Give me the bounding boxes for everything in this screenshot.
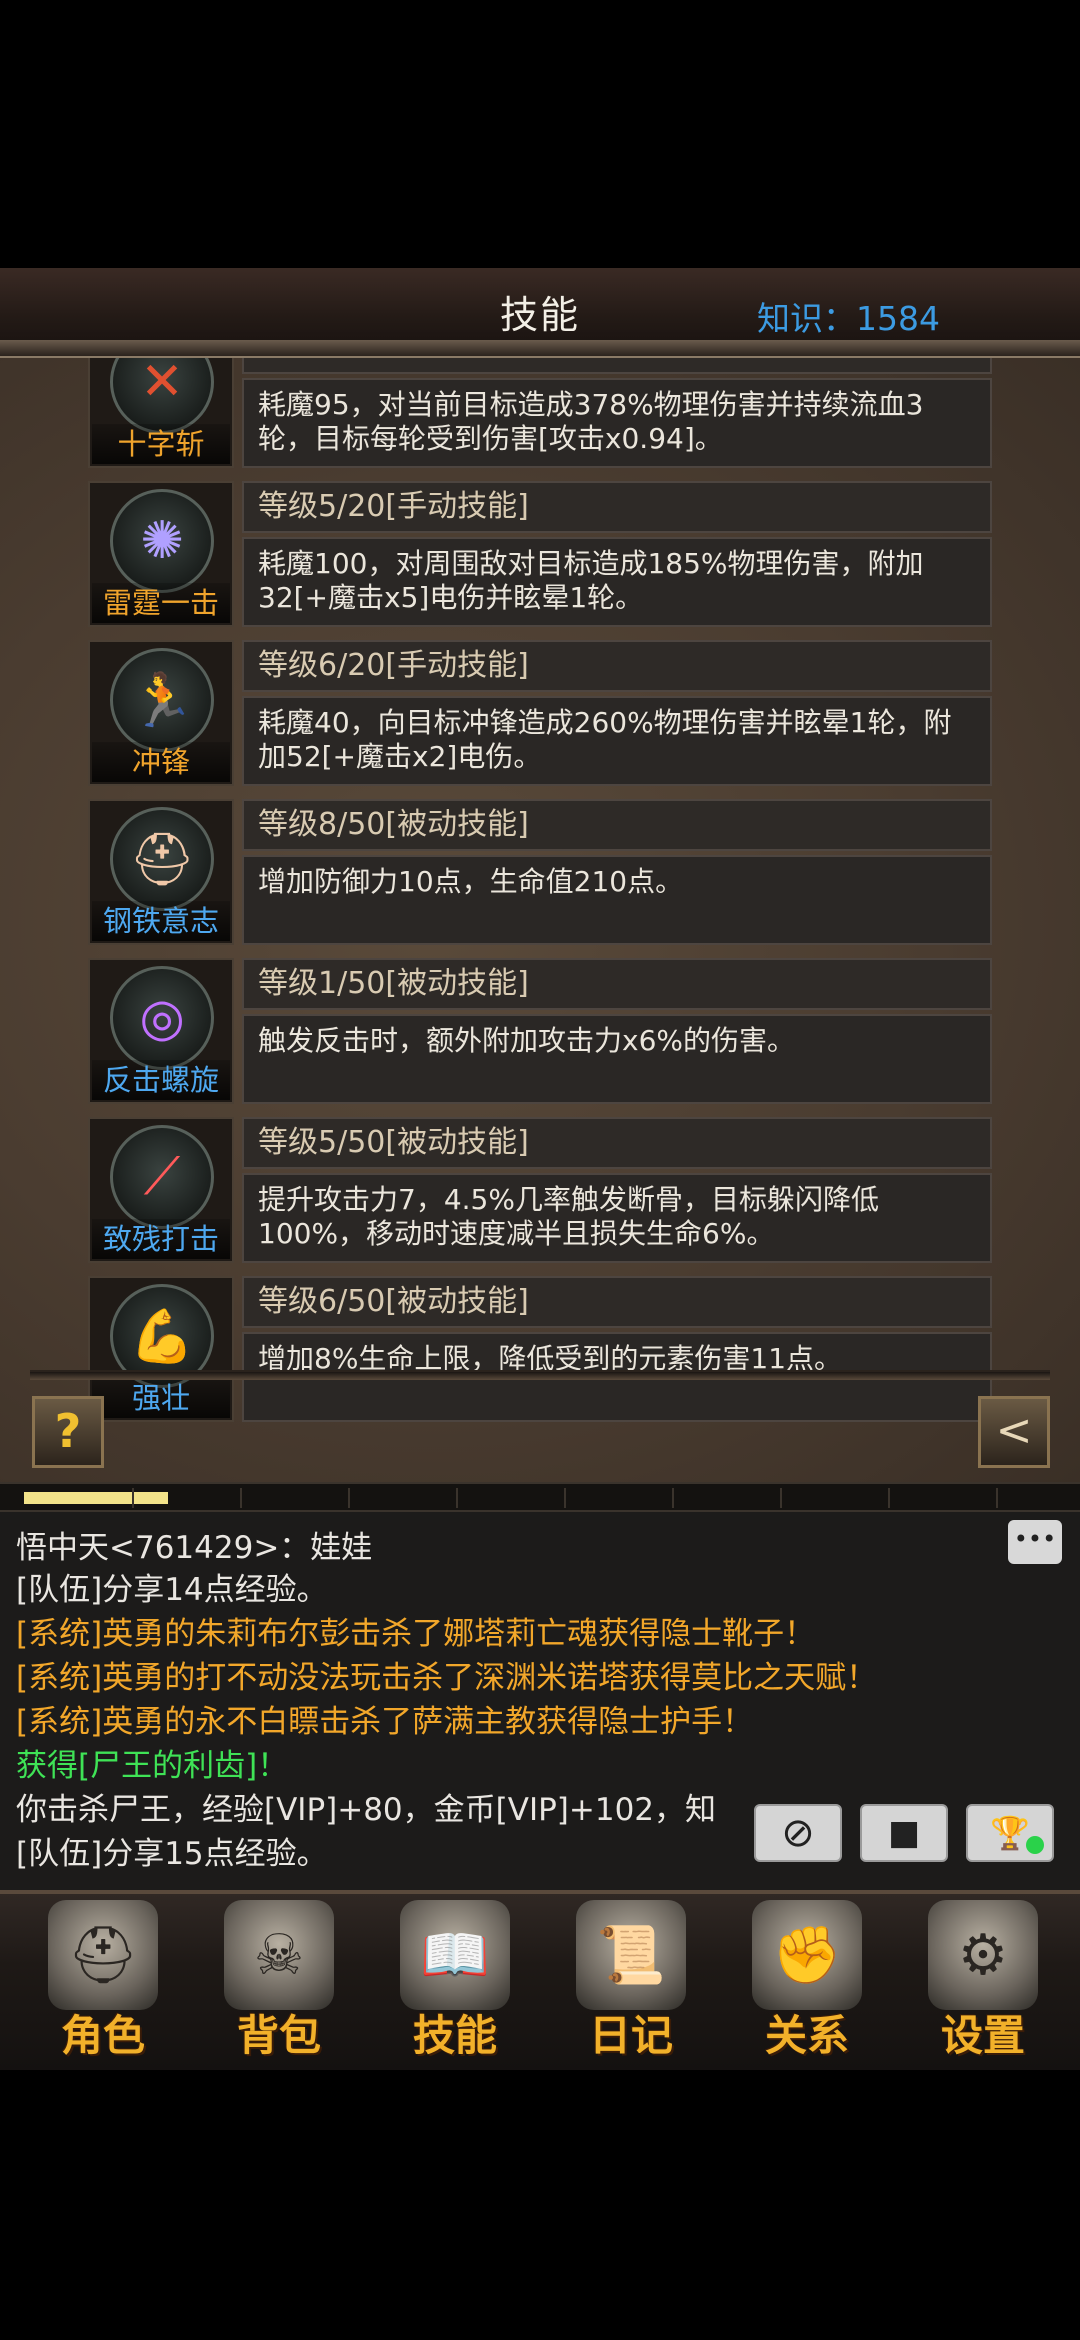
- experience-segment: [564, 1488, 566, 1508]
- skill-name: 致残打击: [92, 1219, 230, 1259]
- nav-item[interactable]: 📜 日记: [556, 1900, 706, 2070]
- trophy-icon: 🏆: [990, 1814, 1030, 1852]
- experience-segment: [672, 1488, 674, 1508]
- skill-level: 等级5/50[被动技能]: [242, 1117, 992, 1169]
- online-status-dot: [1026, 1836, 1044, 1854]
- skill-name: 强壮: [92, 1378, 230, 1418]
- stop-button[interactable]: ■: [860, 1804, 948, 1862]
- header-rail: [0, 340, 1080, 358]
- skill-icon-box[interactable]: ◎ 反击螺旋: [88, 958, 234, 1104]
- thunder-strike-icon: ✺: [110, 489, 214, 593]
- skill-level: 等级5/20[手动技能]: [242, 481, 992, 533]
- knowledge-counter: 知识：1584: [757, 292, 940, 340]
- nav-label: 设置: [940, 2011, 1025, 2060]
- skill-description: 耗魔95，对当前目标造成378%物理伤害并持续流血3轮，目标每轮受到伤害[攻击x…: [242, 378, 992, 468]
- experience-fill: [24, 1492, 168, 1504]
- nav-label: 关系: [764, 2011, 849, 2060]
- nav-label: 角色: [60, 2011, 145, 2060]
- square-icon: ■: [887, 1813, 921, 1853]
- backpack-icon: ☠: [224, 1900, 334, 2010]
- skill-book-icon: 📖: [400, 1900, 510, 2010]
- chat-line: 获得[尸王的利齿]！: [16, 1748, 289, 1784]
- panel-divider: [30, 1370, 1050, 1380]
- back-button[interactable]: <: [978, 1396, 1050, 1468]
- experience-segment: [132, 1488, 134, 1508]
- charge-icon: 🏃: [110, 648, 214, 752]
- skill-description: 耗魔40，向目标冲锋造成260%物理伤害并眩晕1轮，附加52[+魔击x2]电伤。: [242, 696, 992, 786]
- knight-helmet-icon: ⛑: [48, 1900, 158, 2010]
- bottom-nav: ⛑ 角色 ☠ 背包 📖 技能 📜 日记 ✊ 关系 ⚙ 设置: [0, 1890, 1080, 2070]
- skill-name: 钢铁意志: [92, 901, 230, 941]
- skill-level: 等级8/50[被动技能]: [242, 799, 992, 851]
- nav-label: 技能: [412, 2011, 497, 2060]
- skill-list[interactable]: ✕ 十字斩 耗魔95，对当前目标造成378%物理伤害并持续流血3轮，目标每轮受到…: [88, 358, 992, 1429]
- skill-level: 等级6/50[被动技能]: [242, 1276, 992, 1328]
- skill-row[interactable]: ✕ 十字斩 耗魔95，对当前目标造成378%物理伤害并持续流血3轮，目标每轮受到…: [88, 358, 992, 475]
- skill-row[interactable]: ◎ 反击螺旋 等级1/50[被动技能] 触发反击时，额外附加攻击力x6%的伤害。: [88, 952, 992, 1111]
- skill-icon-box[interactable]: ⟋ 致残打击: [88, 1117, 234, 1263]
- experience-segment: [780, 1488, 782, 1508]
- chat-line: [队伍]分享14点经验。: [16, 1572, 328, 1608]
- skill-icon-box[interactable]: 🏃 冲锋: [88, 640, 234, 786]
- knowledge-label: 知识：: [757, 299, 857, 338]
- compass-button[interactable]: ⊘: [754, 1804, 842, 1862]
- skill-panel[interactable]: ✕ 十字斩 耗魔95，对当前目标造成378%物理伤害并持续流血3轮，目标每轮受到…: [0, 358, 1080, 1482]
- experience-segment: [240, 1488, 242, 1508]
- skill-icon-box[interactable]: ✺ 雷霆一击: [88, 481, 234, 627]
- scroll-icon: 📜: [576, 1900, 686, 2010]
- experience-bar: [0, 1482, 1080, 1512]
- skill-description: 增加防御力10点，生命值210点。: [242, 855, 992, 945]
- nav-label: 背包: [236, 2011, 321, 2060]
- chat-line: [系统]英勇的打不动没法玩击杀了深渊米诺塔获得莫比之天赋！: [16, 1660, 878, 1696]
- skill-name: 雷霆一击: [92, 583, 230, 623]
- gauntlet-icon: ✊: [752, 1900, 862, 2010]
- skill-row[interactable]: ✺ 雷霆一击 等级5/20[手动技能] 耗魔100，对周围敌对目标造成185%物…: [88, 475, 992, 634]
- skill-icon-box[interactable]: ⛑ 钢铁意志: [88, 799, 234, 945]
- spiral-icon: ◎: [110, 966, 214, 1070]
- skill-name: 十字斩: [92, 424, 230, 464]
- skill-name: 反击螺旋: [92, 1060, 230, 1100]
- skill-description: 耗魔100，对周围敌对目标造成185%物理伤害，附加32[+魔击x5]电伤并眩晕…: [242, 537, 992, 627]
- gear-icon: ⚙: [928, 1900, 1038, 2010]
- skill-level: 等级1/50[被动技能]: [242, 958, 992, 1010]
- skill-icon-box[interactable]: ✕ 十字斩: [88, 358, 234, 468]
- skill-row[interactable]: 💪 强壮 等级6/50[被动技能] 增加8%生命上限，降低受到的元素伤害11点。: [88, 1270, 992, 1429]
- nav-item[interactable]: ⚙ 设置: [908, 1900, 1058, 2070]
- nav-label: 日记: [588, 2011, 673, 2060]
- experience-segment: [996, 1488, 998, 1508]
- skill-row[interactable]: 🏃 冲锋 等级6/20[手动技能] 耗魔40，向目标冲锋造成260%物理伤害并眩…: [88, 634, 992, 793]
- nav-item[interactable]: ✊ 关系: [732, 1900, 882, 2070]
- skill-level: [242, 358, 992, 374]
- knowledge-value: 1584: [856, 299, 940, 338]
- experience-segment: [888, 1488, 890, 1508]
- chat-line: [系统]英勇的朱莉布尔彭击杀了娜塔莉亡魂获得隐士靴子！: [16, 1616, 816, 1652]
- experience-segment: [348, 1488, 350, 1508]
- help-button[interactable]: ?: [32, 1396, 104, 1468]
- nav-item[interactable]: ☠ 背包: [204, 1900, 354, 2070]
- helmet-icon: ⛑: [110, 807, 214, 911]
- crippling-strike-icon: ⟋: [110, 1125, 214, 1229]
- nav-item[interactable]: ⛑ 角色: [28, 1900, 178, 2070]
- skill-description: 触发反击时，额外附加攻击力x6%的伤害。: [242, 1014, 992, 1104]
- chat-line: 你击杀尸王，经验[VIP]+80，金币[VIP]+102，知: [16, 1792, 717, 1828]
- chat-line: [系统]英勇的永不白瞟击杀了萨满主教获得隐士护手！: [16, 1704, 754, 1740]
- skill-icon-box[interactable]: 💪 强壮: [88, 1276, 234, 1422]
- chat-line: [队伍]分享15点经验。: [16, 1836, 328, 1872]
- trophy-button[interactable]: 🏆: [966, 1804, 1054, 1862]
- cross-slash-icon: ✕: [110, 358, 214, 434]
- skill-name: 冲锋: [92, 742, 230, 782]
- skill-level: 等级6/20[手动技能]: [242, 640, 992, 692]
- chat-line: 悟中天<761429>：娃娃: [16, 1530, 373, 1566]
- skill-row[interactable]: ⟋ 致残打击 等级5/50[被动技能] 提升攻击力7，4.5%几率触发断骨，目标…: [88, 1111, 992, 1270]
- skill-row[interactable]: ⛑ 钢铁意志 等级8/50[被动技能] 增加防御力10点，生命值210点。: [88, 793, 992, 952]
- compass-icon: ⊘: [781, 1810, 815, 1856]
- experience-segment: [456, 1488, 458, 1508]
- skill-description: 提升攻击力7，4.5%几率触发断骨，目标躲闪降低100%，移动时速度减半且损失生…: [242, 1173, 992, 1263]
- nav-item[interactable]: 📖 技能: [380, 1900, 530, 2070]
- chat-bubble-icon[interactable]: •••: [1008, 1520, 1062, 1564]
